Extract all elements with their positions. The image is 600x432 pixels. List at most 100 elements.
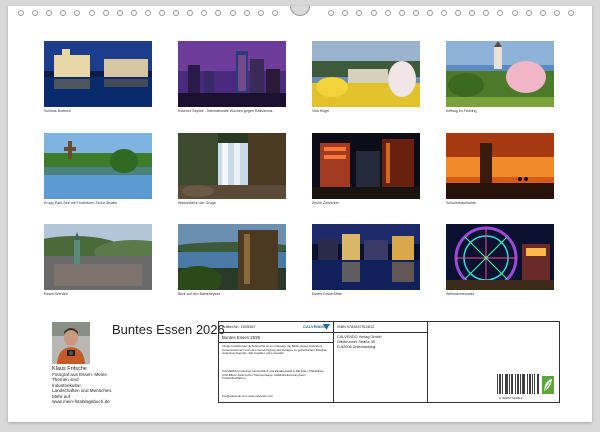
article-number: Artikel-Nr.: 2005367 bbox=[222, 325, 256, 329]
month-photo-tile: Kettwig im Frühling bbox=[446, 41, 554, 115]
info-title: Buntes Essen 2026 bbox=[222, 335, 261, 340]
barcode-bar bbox=[507, 374, 508, 394]
barcode-digits: 9 783457 912812 bbox=[499, 396, 523, 400]
binding-ring bbox=[426, 10, 433, 16]
binding-ring bbox=[18, 10, 24, 16]
binding-ring bbox=[441, 10, 447, 16]
photo-caption: Kettwig im Frühling bbox=[446, 109, 477, 113]
photo-caption: Wasserfall in der Gruga bbox=[178, 201, 216, 205]
author-bio: Fotograf aus Essen. Meine Themen sind In… bbox=[52, 372, 122, 404]
month-photo-tile: Weihnachtsmarkt bbox=[446, 224, 554, 298]
copyright-notice: Infolge bestehender Schutzrechte ist es … bbox=[222, 344, 328, 355]
binding-ring bbox=[32, 10, 39, 16]
barcode-bar bbox=[509, 374, 510, 394]
barcode-bar bbox=[502, 374, 503, 394]
isbn: ISBN 9783457912812 bbox=[337, 325, 375, 329]
binding-ring bbox=[243, 10, 250, 16]
month-photo-tile: Villa Hügel bbox=[312, 41, 420, 115]
photo-caption: Schurenbachhalde bbox=[446, 201, 476, 205]
binding-ring bbox=[525, 10, 532, 16]
month-photo bbox=[446, 224, 554, 290]
barcode-bar bbox=[527, 374, 528, 394]
month-photo-tile: Essener Skyline - Internationale Wochen … bbox=[178, 41, 286, 115]
photo-caption: Villa Hügel bbox=[312, 109, 330, 113]
binding-ring bbox=[483, 10, 490, 16]
month-photo bbox=[44, 41, 152, 107]
month-photo bbox=[312, 224, 420, 290]
binding-ring bbox=[201, 10, 208, 16]
month-photo bbox=[178, 224, 286, 290]
binding-ring bbox=[102, 10, 109, 16]
publisher-street: Ottobrunner Straße 39 bbox=[337, 340, 375, 344]
binding-ring bbox=[229, 10, 236, 16]
binding-ring bbox=[412, 10, 419, 16]
binding-ring bbox=[257, 10, 264, 16]
barcode-bar bbox=[538, 374, 539, 394]
month-photo bbox=[312, 41, 420, 107]
barcode-bar bbox=[524, 374, 525, 394]
binding-ring bbox=[144, 10, 151, 16]
bio-line: www.mein-fotoblogebuch.de bbox=[52, 399, 110, 405]
barcode-bar bbox=[505, 374, 506, 394]
barcode-bar bbox=[517, 374, 518, 394]
month-photo bbox=[44, 133, 152, 199]
binding-ring bbox=[455, 10, 462, 16]
calvendo-logo-icon bbox=[323, 324, 330, 330]
binding-ring bbox=[271, 10, 278, 16]
month-photo-tile: Essen Grüne Mitte bbox=[312, 224, 420, 298]
binding-ring bbox=[370, 10, 377, 16]
leaf-eco-icon bbox=[542, 376, 554, 394]
barcode-bar bbox=[497, 374, 498, 394]
calendar-title: Buntes Essen 2026 bbox=[112, 322, 225, 337]
binding-ring bbox=[384, 10, 391, 16]
bio-line: Landschaften und Menschen. bbox=[52, 388, 113, 394]
month-photo-tile: Blick auf den Baldeneysee bbox=[178, 224, 286, 298]
binding-ring bbox=[215, 10, 222, 16]
binding-ring bbox=[539, 10, 546, 16]
barcode-bar bbox=[523, 374, 524, 394]
binding-ring bbox=[356, 10, 363, 16]
publisher-name: CALVENDO Verlag GmbH bbox=[337, 335, 382, 339]
photo-caption: Essen-Werden bbox=[44, 292, 68, 296]
barcode-bar bbox=[511, 374, 512, 394]
photo-caption: Blick auf den Baldeneysee bbox=[178, 292, 221, 296]
month-photo-tile: Essen-Werden bbox=[44, 224, 152, 298]
binding-ring bbox=[497, 10, 504, 16]
binding-ring bbox=[328, 10, 335, 16]
month-photo-tile: Schloss Borbeck bbox=[44, 41, 152, 115]
barcode-bar bbox=[506, 374, 507, 394]
binding-ring bbox=[116, 10, 123, 16]
photo-caption: Schloss Borbeck bbox=[44, 109, 71, 113]
hanger-notch bbox=[290, 6, 310, 16]
barcode-bar bbox=[537, 374, 538, 394]
barcode-bar bbox=[529, 374, 530, 394]
month-photo bbox=[312, 133, 420, 199]
barcode-bar bbox=[500, 374, 501, 394]
photo-caption: Krupp-Park-See mit Förderturm Zeche Amal… bbox=[44, 201, 118, 205]
barcode-bar bbox=[518, 374, 519, 394]
barcode-bar bbox=[520, 374, 521, 394]
month-photo-tile: Wasserfall in der Gruga bbox=[178, 133, 286, 207]
barcode-bar bbox=[515, 374, 516, 394]
binding-ring bbox=[74, 10, 81, 16]
calendar-back-cover: Schloss Borbeck Essener Skyline - Interna… bbox=[8, 6, 592, 422]
photo-caption: Essener Skyline - Internationale Wochen … bbox=[178, 109, 273, 113]
binding-ring bbox=[511, 10, 518, 16]
contact-info: info@calvendo.com www.calvendo.com bbox=[222, 394, 273, 398]
binding-ring bbox=[342, 10, 349, 16]
info-box: Artikel-Nr.: 2005367 CALVENDO Buntes Ess… bbox=[218, 321, 560, 403]
production-notice: CALVENDO produziert fortschrittlich und … bbox=[222, 369, 324, 380]
month-photo bbox=[446, 41, 554, 107]
barcode-bar bbox=[522, 374, 523, 394]
barcode-bar bbox=[530, 374, 531, 394]
binding-ring bbox=[553, 10, 560, 16]
binding-ring bbox=[173, 10, 180, 16]
photo-caption: Zeche Zollverein bbox=[312, 201, 339, 205]
binding-ring bbox=[159, 10, 165, 16]
photo-caption: Weihnachtsmarkt bbox=[446, 292, 474, 296]
binding-ring bbox=[130, 10, 137, 16]
binding-ring bbox=[567, 10, 574, 16]
calvendo-logo: CALVENDO bbox=[303, 324, 326, 329]
binding-ring bbox=[88, 10, 95, 16]
publisher-city: D-82008 Unterhaching bbox=[337, 345, 376, 349]
